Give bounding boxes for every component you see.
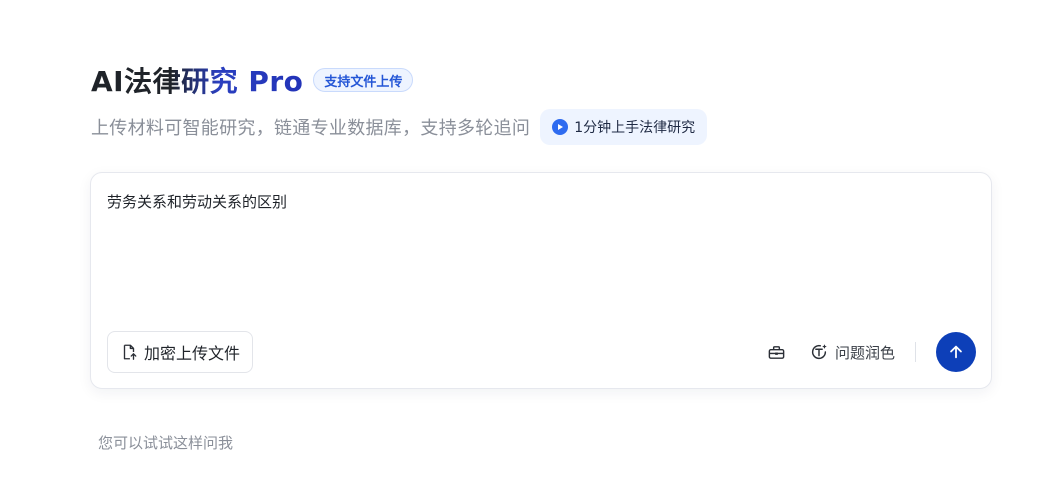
query-input[interactable]: 劳务关系和劳动关系的区别 [107, 191, 975, 213]
suggestion-hint: 您可以试试这样问我 [98, 434, 234, 452]
polish-button-label: 问题润色 [834, 343, 895, 362]
toolbar-divider [915, 342, 916, 362]
toolbox-button[interactable] [765, 340, 789, 364]
upload-button-label: 加密上传文件 [144, 344, 241, 363]
page-subtitle: 上传材料可智能研究，链通专业数据库，支持多轮追问 [91, 118, 531, 139]
encrypted-upload-button[interactable]: 加密上传文件 [107, 331, 254, 373]
title-row: AI法律研究 Pro 支持文件上传 [91, 60, 414, 100]
guide-video-label: 1分钟上手法律研究 [574, 120, 696, 136]
play-icon [552, 119, 569, 135]
toolbox-icon [769, 345, 785, 359]
input-toolbar: 问题润色 [765, 331, 976, 373]
subtitle-row: 上传材料可智能研究，链通专业数据库，支持多轮追问 1分钟上手法律研究 [91, 108, 708, 146]
legal-research-page: AI法律研究 Pro 支持文件上传 上传材料可智能研究，链通专业数据库，支持多轮… [0, 0, 1050, 481]
send-button[interactable] [936, 332, 976, 372]
arrow-up-icon [950, 345, 962, 359]
feature-badge: 支持文件上传 [313, 68, 414, 92]
guide-video-button[interactable]: 1分钟上手法律研究 [540, 109, 708, 145]
question-polish-button[interactable]: 问题润色 [809, 342, 895, 363]
page-title: AI法律研究 Pro [91, 60, 303, 100]
text-sparkle-icon [811, 344, 827, 360]
file-upload-icon [123, 344, 137, 360]
query-input-card: 劳务关系和劳动关系的区别 加密上传文件 问题润色 [90, 172, 992, 389]
